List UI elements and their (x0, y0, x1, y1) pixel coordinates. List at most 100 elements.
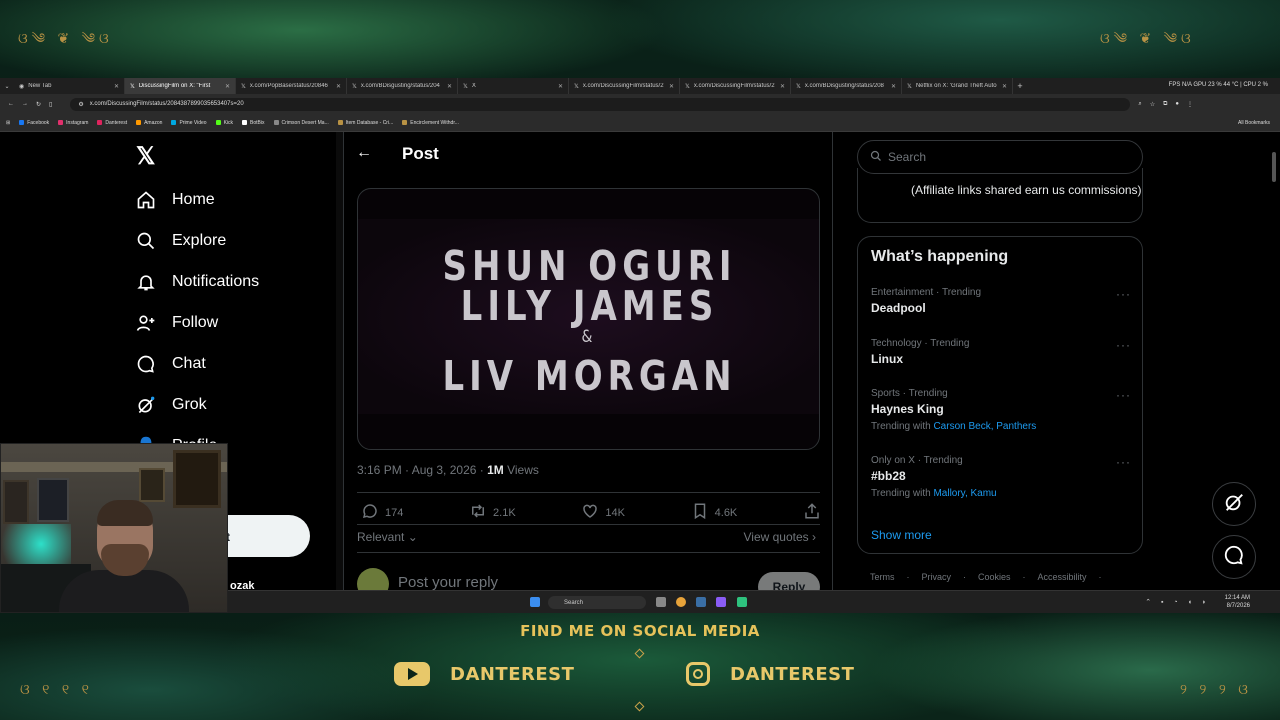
nav-follow[interactable]: Follow (136, 313, 218, 333)
repost-action[interactable]: 2.1K (469, 502, 516, 523)
nav-grok[interactable]: Grok (136, 395, 207, 415)
terms-link[interactable]: Terms (870, 572, 895, 582)
bookmark[interactable]: Facebook (19, 120, 49, 126)
close-icon[interactable]: ✕ (780, 83, 785, 90)
close-icon[interactable]: ✕ (225, 83, 230, 90)
post-media[interactable]: SHUN OGURI LILY JAMES & LIV MORGAN (357, 188, 820, 450)
tab[interactable]: 𝕏x.com/BDisgusting/status/208 ✕ (791, 78, 902, 94)
grok-fab-button[interactable] (1212, 482, 1256, 526)
cookies-link[interactable]: Cookies (978, 572, 1011, 582)
tab[interactable]: 𝕏 DiscussingFilm on X: "First ✕ (125, 78, 236, 94)
twitch-icon[interactable] (716, 597, 726, 607)
close-icon[interactable]: ✕ (336, 83, 341, 90)
trend-item[interactable]: Sports · Trending Haynes King Trending w… (871, 388, 1131, 432)
bookmark[interactable]: Item Database - Cri... (337, 120, 393, 126)
sort-replies-dropdown[interactable]: Relevant ⌄ (357, 530, 418, 544)
back-arrow-icon[interactable]: ← (356, 144, 372, 162)
trend-item[interactable]: Only on X · Trending #bb28 Trending with… (871, 455, 1131, 499)
close-icon[interactable]: ✕ (447, 83, 452, 90)
tab[interactable]: 𝕏 X ✕ (458, 78, 569, 94)
bookmark[interactable]: Amazon (136, 120, 162, 126)
apps-icon[interactable]: ⊞ (6, 120, 10, 126)
steam-icon[interactable] (696, 597, 706, 607)
reply-icon (361, 502, 379, 523)
divider (357, 552, 820, 553)
bookmark[interactable]: Crimson Desert Ma... (273, 120, 329, 126)
close-icon[interactable]: ✕ (891, 83, 896, 90)
messages-fab-button[interactable] (1212, 535, 1256, 579)
chrome-icon[interactable] (676, 597, 686, 607)
scrollbar[interactable] (1272, 152, 1276, 182)
bookmark[interactable]: Kick (215, 120, 233, 126)
view-quotes-link[interactable]: View quotes › (744, 530, 817, 544)
show-more-link[interactable]: Show more (871, 528, 932, 542)
close-icon[interactable]: ✕ (558, 83, 563, 90)
task-view-icon[interactable] (656, 597, 666, 607)
x-favicon-icon: 𝕏 (463, 83, 468, 90)
zoom-icon[interactable]: ⌕ (1138, 101, 1141, 108)
nav-notifications[interactable]: Notifications (136, 272, 259, 292)
trending-with-links[interactable]: Mallory, Kamu (933, 488, 996, 499)
tab-menu-icon[interactable]: ⌄ (0, 83, 14, 90)
menu-icon[interactable]: ⋮ (1187, 101, 1193, 108)
bookmark[interactable]: Encirclement Withdr... (402, 120, 459, 126)
system-tray[interactable]: ⌃ ▪ ◔ ◖ ◗ (1145, 598, 1210, 606)
windows-start-icon[interactable] (530, 597, 540, 607)
bookmark[interactable]: Prime Video (171, 120, 207, 126)
forward-icon[interactable]: → (22, 101, 28, 107)
tab[interactable]: 𝕏x.com/DiscussingFilm/status/2 ✕ (569, 78, 680, 94)
post-time: 3:16 PM · Aug 3, 2026 · (357, 463, 488, 477)
url-field[interactable]: ⚙ x.com/DiscussingFilm/status/20843878990… (70, 97, 1131, 111)
more-icon[interactable]: ··· (1116, 455, 1131, 469)
bookmark[interactable]: Instagram (58, 120, 88, 126)
close-icon[interactable]: ✕ (1002, 83, 1007, 90)
all-bookmarks-button[interactable]: All Bookmarks (1238, 120, 1270, 126)
bookmark[interactable]: BotBix (242, 120, 265, 126)
x-logo[interactable]: 𝕏 (136, 142, 155, 171)
tab[interactable]: 𝕏x.com/PopBase/status/20846 ✕ (236, 78, 347, 94)
more-icon[interactable]: ··· (1116, 287, 1131, 301)
search-icon (870, 150, 882, 165)
nav-explore[interactable]: Explore (136, 231, 226, 251)
ornament-bottom-left: ଓ ୧ ୧ ୧ (20, 682, 93, 698)
site-info-icon[interactable]: ⚙ (78, 101, 83, 108)
trend-item[interactable]: Technology · Trending Linux ··· (871, 338, 1131, 366)
search-input[interactable]: Search (857, 140, 1143, 174)
share-action[interactable] (803, 502, 821, 523)
nav-chat[interactable]: Chat (136, 354, 206, 374)
bookmark-action[interactable]: 4.6K (691, 502, 737, 523)
taskbar-clock[interactable]: 12:14 AM 8/7/2026 (1225, 594, 1250, 610)
trending-with-links[interactable]: Carson Beck, Panthers (933, 421, 1036, 432)
trend-item[interactable]: Entertainment · Trending Deadpool ··· (871, 287, 1131, 315)
divider (357, 492, 820, 493)
star-icon[interactable]: ☆ (1150, 101, 1155, 108)
tab[interactable]: 𝕏 Netflix on X: 'Grand Theft Auto ✕ (902, 78, 1013, 94)
sidebar-icon[interactable]: ▯ (49, 101, 52, 108)
wall-frame (37, 478, 69, 522)
extensions-icon[interactable]: ⧉ (1163, 101, 1167, 108)
views-label: Views (503, 463, 539, 477)
reply-action[interactable]: 174 (361, 502, 403, 523)
more-icon[interactable]: ··· (1116, 388, 1131, 402)
close-icon[interactable]: ✕ (114, 83, 119, 90)
back-icon[interactable]: ← (8, 101, 14, 107)
nav-home[interactable]: Home (136, 190, 215, 210)
reply-input[interactable]: Post your reply (398, 574, 498, 591)
tab[interactable]: ◉ New Tab ✕ (14, 78, 125, 94)
taskbar-search[interactable]: Search (548, 596, 646, 609)
bookmark[interactable]: Danterest (97, 120, 127, 126)
new-tab-button[interactable]: + (1013, 81, 1027, 91)
tab[interactable]: 𝕏x.com/DiscussingFilm/status/2 ✕ (680, 78, 791, 94)
tab[interactable]: 𝕏x.com/BDisgusting/status/204 ✕ (347, 78, 458, 94)
close-icon[interactable]: ✕ (669, 83, 674, 90)
like-action[interactable]: 14K (581, 502, 625, 523)
app-icon[interactable] (737, 597, 747, 607)
reload-icon[interactable]: ↻ (36, 101, 41, 108)
accessibility-link[interactable]: Accessibility (1038, 572, 1087, 582)
bookmarks-bar: ⊞ Facebook Instagram Danterest Amazon Pr… (0, 114, 1280, 132)
profile-icon[interactable]: ● (1175, 101, 1179, 107)
x-favicon-icon: 𝕏 (352, 83, 357, 90)
add-person-icon (136, 313, 156, 333)
privacy-link[interactable]: Privacy (922, 572, 952, 582)
more-icon[interactable]: ··· (1116, 338, 1131, 352)
